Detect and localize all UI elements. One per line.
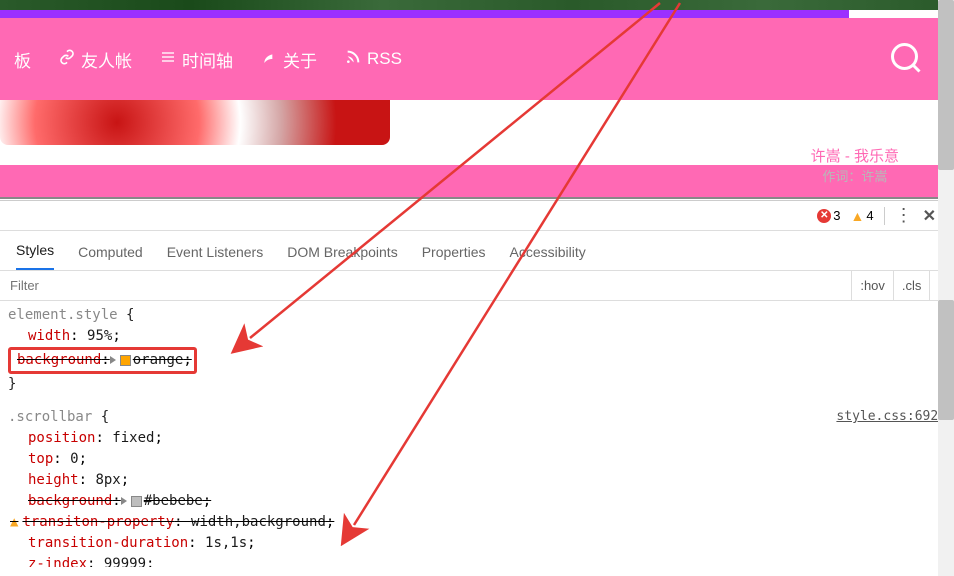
nav-label: 友人帐 — [81, 47, 132, 72]
warning-icon: ▲ — [851, 208, 865, 224]
devtools-header: ✕ 3 ▲ 4 ⋮ ✕ — [0, 201, 954, 231]
css-property-invalid[interactable]: ▲transiton-property: width,background; — [8, 512, 946, 533]
error-icon: ✕ — [817, 209, 831, 223]
annotation-highlight-1: background:orange; — [8, 347, 197, 374]
rss-icon — [345, 49, 361, 70]
tab-event-listeners[interactable]: Event Listeners — [167, 244, 264, 270]
nav-label: 关于 — [283, 47, 317, 72]
page-scrollbar[interactable] — [938, 0, 954, 200]
hov-toggle[interactable]: :hov — [851, 271, 893, 300]
css-selector: .scrollbar — [8, 409, 92, 425]
css-property-overridden[interactable]: background:orange; — [13, 352, 192, 368]
color-swatch[interactable] — [131, 496, 142, 507]
css-property[interactable]: width: 95%; — [8, 326, 946, 347]
source-link[interactable]: style.css:6923 — [836, 407, 946, 427]
header-texture-band — [0, 0, 954, 10]
css-property-overridden[interactable]: background:#bebebe; — [8, 491, 946, 512]
css-property[interactable]: position: fixed; — [8, 428, 946, 449]
css-property[interactable]: top: 0; — [8, 449, 946, 470]
expand-icon[interactable] — [110, 356, 116, 364]
styles-filter-row: :hov .cls + — [0, 271, 954, 301]
timeline-icon — [160, 49, 176, 70]
tab-accessibility[interactable]: Accessibility — [510, 244, 586, 270]
tab-computed[interactable]: Computed — [78, 244, 143, 270]
css-property[interactable]: z-index: 99999; — [8, 554, 946, 567]
error-count[interactable]: ✕ 3 — [817, 208, 840, 223]
leaf-icon — [261, 49, 277, 70]
song-title: 许嵩 - 我乐意 — [811, 145, 899, 166]
devtools-panel: ✕ 3 ▲ 4 ⋮ ✕ Styles Computed Event Listen… — [0, 200, 954, 567]
tab-dom-breakpoints[interactable]: DOM Breakpoints — [287, 244, 397, 270]
scrollbar-thumb[interactable] — [938, 0, 954, 170]
link-icon — [59, 49, 75, 70]
nav-label: 时间轴 — [182, 47, 233, 72]
warning-count[interactable]: ▲ 4 — [851, 208, 874, 224]
css-property[interactable]: height: 8px; — [8, 470, 946, 491]
error-number: 3 — [833, 208, 840, 223]
color-swatch[interactable] — [120, 355, 131, 366]
tab-styles[interactable]: Styles — [16, 242, 54, 270]
menu-icon[interactable]: ⋮ — [895, 205, 913, 226]
page-content: 板 友人帐 时间轴 关于 RSS — [0, 0, 954, 200]
nav-item-friends[interactable]: 友人帐 — [59, 47, 132, 72]
expand-icon[interactable] — [121, 497, 127, 505]
close-icon[interactable]: ✕ — [923, 206, 936, 226]
warning-number: 4 — [866, 208, 873, 223]
divider — [884, 207, 885, 225]
tab-properties[interactable]: Properties — [422, 244, 486, 270]
hero-image — [0, 100, 390, 145]
styles-filter-input[interactable] — [0, 278, 851, 293]
main-nav: 板 友人帐 时间轴 关于 RSS — [0, 18, 954, 100]
search-icon[interactable] — [888, 40, 924, 81]
css-selector: element.style — [8, 307, 118, 323]
nav-item-board[interactable]: 板 — [8, 47, 31, 72]
warning-icon: ▲ — [10, 514, 18, 530]
nav-label: 板 — [14, 47, 31, 72]
cls-toggle[interactable]: .cls — [893, 271, 930, 300]
nav-item-about[interactable]: 关于 — [261, 47, 317, 72]
devtools-scrollbar[interactable] — [938, 200, 954, 576]
nav-item-rss[interactable]: RSS — [345, 49, 402, 70]
song-subtitle: 作词：许嵩 — [811, 166, 899, 185]
nav-label: RSS — [367, 49, 402, 69]
panel-separator — [0, 197, 954, 199]
css-rule-scrollbar[interactable]: style.css:6923 .scrollbar { position: fi… — [8, 407, 946, 567]
scrollbar-progress — [0, 10, 849, 18]
css-property[interactable]: transition-duration: 1s,1s; — [8, 533, 946, 554]
css-rule-element-style[interactable]: element.style { width: 95%; background:o… — [8, 305, 946, 395]
song-info: 许嵩 - 我乐意 作词：许嵩 — [811, 145, 899, 185]
nav-item-timeline[interactable]: 时间轴 — [160, 47, 233, 72]
styles-content[interactable]: element.style { width: 95%; background:o… — [0, 301, 954, 567]
devtools-tabs: Styles Computed Event Listeners DOM Brea… — [0, 231, 954, 271]
scrollbar-thumb[interactable] — [938, 300, 954, 420]
